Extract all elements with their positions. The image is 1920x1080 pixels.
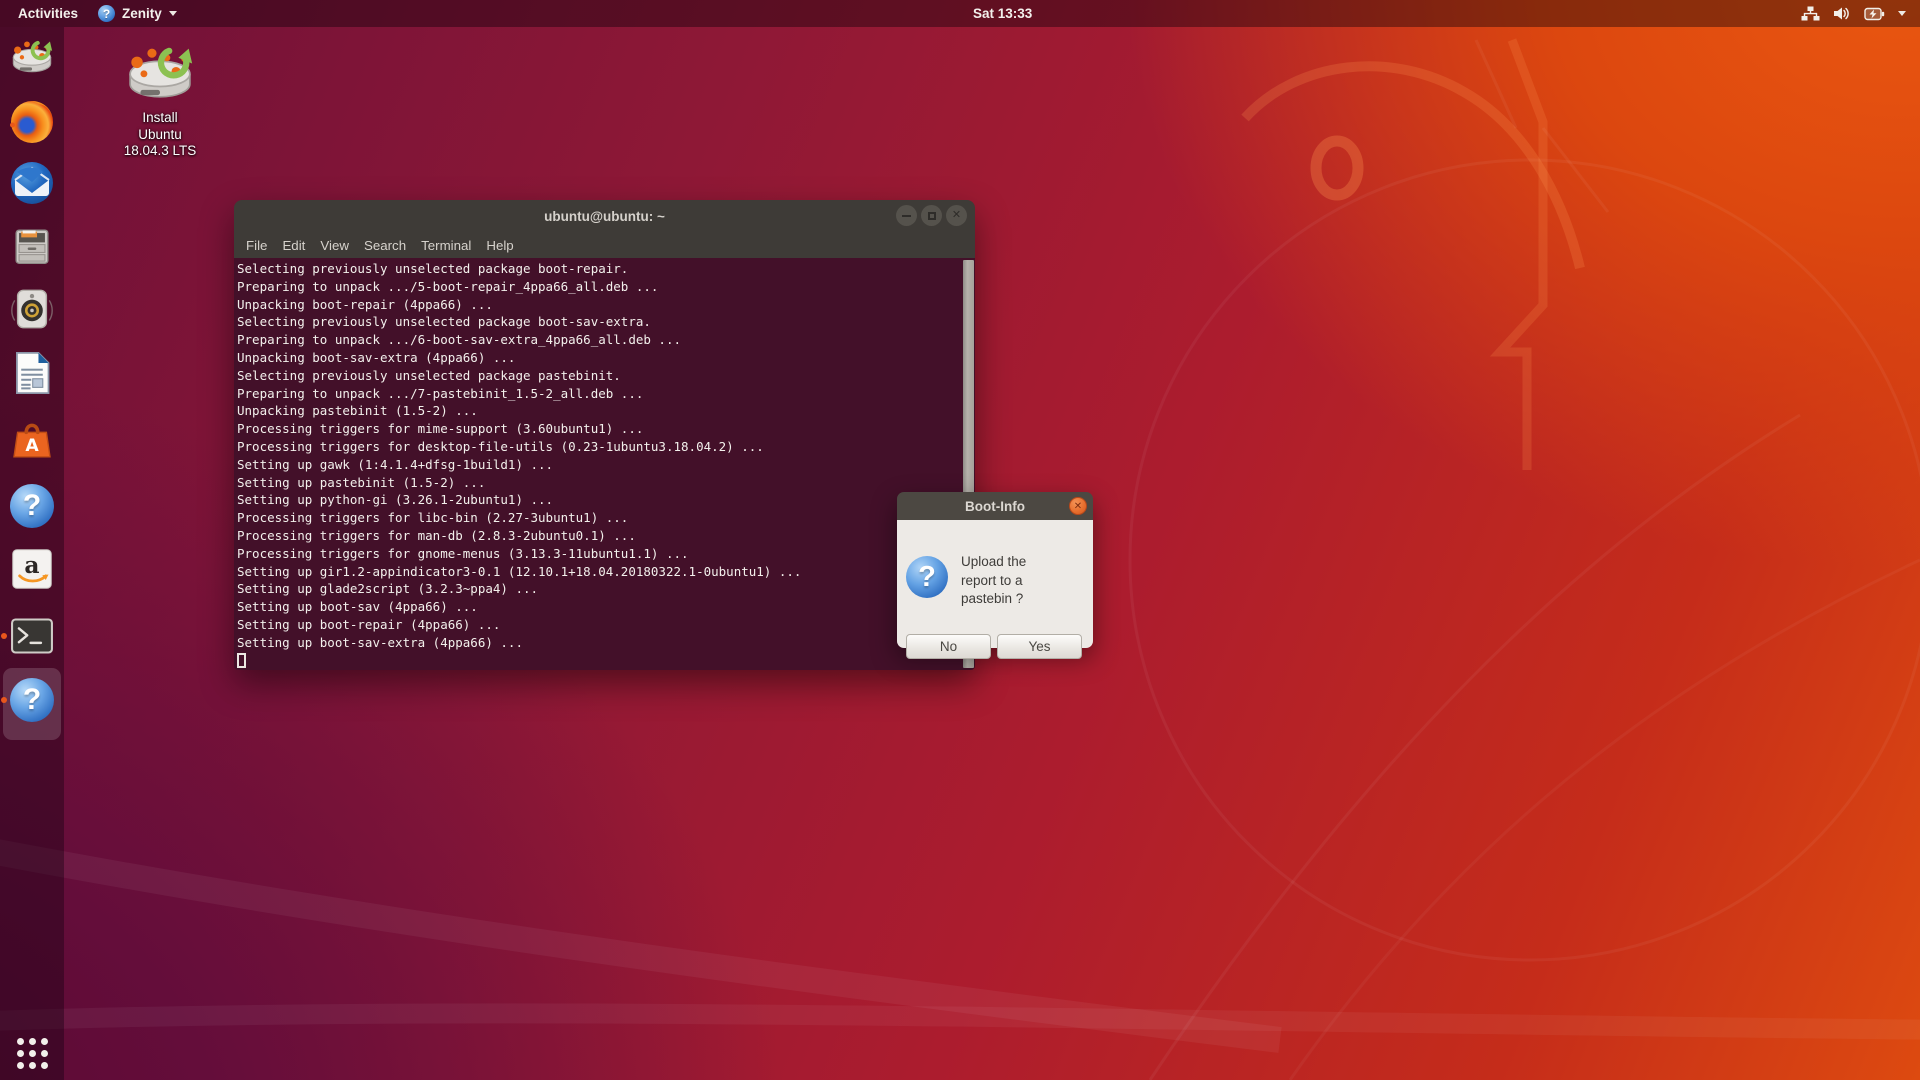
top-bar: Activities ? Zenity Sat 13:33: [0, 0, 1920, 27]
terminal-titlebar[interactable]: ubuntu@ubuntu: ~ ✕ File Edit View Search Ter…: [234, 200, 975, 258]
dock: A ? a ?: [0, 27, 64, 1080]
terminal-body[interactable]: Selecting previously unselected package …: [234, 258, 975, 670]
terminal-window: ubuntu@ubuntu: ~ ✕ File Edit View Search Ter…: [234, 200, 975, 670]
running-indicator-terminal: [1, 633, 7, 639]
terminal-menu-item[interactable]: Edit: [282, 238, 305, 253]
software-bag-icon: A: [9, 418, 55, 464]
svg-text:a: a: [24, 551, 39, 579]
dock-item-rhythmbox[interactable]: [8, 285, 56, 333]
desktop-icon-install-ubuntu[interactable]: Install Ubuntu 18.04.3 LTS: [98, 44, 222, 160]
install-disk-icon: [9, 38, 55, 78]
battery-charging-icon: [1864, 7, 1885, 21]
maximize-icon: [928, 212, 936, 220]
file-cabinet-icon: [9, 223, 55, 269]
speaker-icon: [9, 286, 55, 332]
minimize-icon: [902, 215, 911, 217]
dialog-body: ? Upload the report to a pastebin ? No Y…: [897, 520, 1093, 648]
volume-icon: [1833, 6, 1851, 21]
running-indicator-boot-info: [1, 697, 7, 703]
terminal-icon: [10, 617, 54, 655]
terminal-menu-item[interactable]: Search: [364, 238, 406, 253]
system-status-area[interactable]: [1795, 0, 1912, 27]
dock-item-files[interactable]: [8, 222, 56, 270]
dock-item-boot-info-help[interactable]: ?: [8, 676, 56, 724]
app-menu-label: Zenity: [122, 6, 162, 21]
writer-document-icon: [11, 350, 53, 396]
activities-button[interactable]: Activities: [10, 0, 86, 27]
amazon-icon: a: [10, 547, 54, 591]
terminal-window-title: ubuntu@ubuntu: ~: [234, 200, 975, 232]
dock-item-ubiquity-installer[interactable]: [8, 34, 56, 82]
clock-label: Sat 13:33: [973, 6, 1032, 21]
maximize-button[interactable]: [921, 205, 942, 226]
activities-label: Activities: [18, 6, 78, 21]
terminal-cursor: [237, 653, 246, 668]
ubuntu-desktop: { "top_bar": { "activities_label": "Acti…: [0, 0, 1920, 1080]
chevron-down-icon: [1898, 11, 1906, 16]
chevron-down-icon: [169, 11, 177, 16]
no-button[interactable]: No: [906, 634, 991, 659]
help-icon: ?: [10, 678, 54, 722]
terminal-menu-item[interactable]: View: [320, 238, 349, 253]
terminal-menu-item[interactable]: Help: [486, 238, 513, 253]
desktop-icon-label: Install Ubuntu 18.04.3 LTS: [98, 110, 222, 160]
dock-item-thunderbird[interactable]: [8, 159, 56, 207]
terminal-output: Selecting previously unselected package …: [234, 258, 975, 652]
dock-item-firefox[interactable]: [8, 98, 56, 146]
clock[interactable]: Sat 13:33: [973, 0, 1032, 27]
help-icon: ?: [10, 484, 54, 528]
zenity-app-icon: ?: [98, 5, 115, 22]
app-menu-button[interactable]: ? Zenity: [92, 0, 183, 27]
dock-item-amazon[interactable]: a: [8, 545, 56, 593]
firefox-icon: [9, 99, 55, 145]
dock-item-libreoffice-writer[interactable]: [8, 349, 56, 397]
dialog-titlebar[interactable]: Boot-Info ✕: [897, 492, 1093, 520]
terminal-menu-item[interactable]: File: [246, 238, 267, 253]
boot-info-dialog: Boot-Info ✕ ? Upload the report to a pas…: [897, 492, 1093, 648]
terminal-menu-item[interactable]: Terminal: [421, 238, 471, 253]
dialog-message: Upload the report to a pastebin ?: [961, 553, 1071, 609]
close-button[interactable]: ✕: [946, 205, 967, 226]
question-icon: ?: [906, 556, 948, 598]
network-wired-icon: [1801, 6, 1820, 21]
show-applications-button[interactable]: [14, 1035, 50, 1071]
svg-text:A: A: [25, 436, 39, 456]
dialog-title: Boot-Info: [965, 499, 1025, 514]
dock-item-help[interactable]: ?: [8, 482, 56, 530]
thunderbird-icon: [9, 160, 55, 206]
yes-button[interactable]: Yes: [997, 634, 1082, 659]
close-icon: ✕: [952, 210, 961, 221]
minimize-button[interactable]: [896, 205, 917, 226]
dock-item-ubuntu-software[interactable]: A: [8, 417, 56, 465]
install-disk-icon: [122, 44, 198, 106]
dialog-close-button[interactable]: ✕: [1069, 497, 1087, 515]
dock-item-terminal[interactable]: [8, 612, 56, 660]
terminal-menubar: File Edit View Search Terminal Help: [234, 232, 975, 258]
